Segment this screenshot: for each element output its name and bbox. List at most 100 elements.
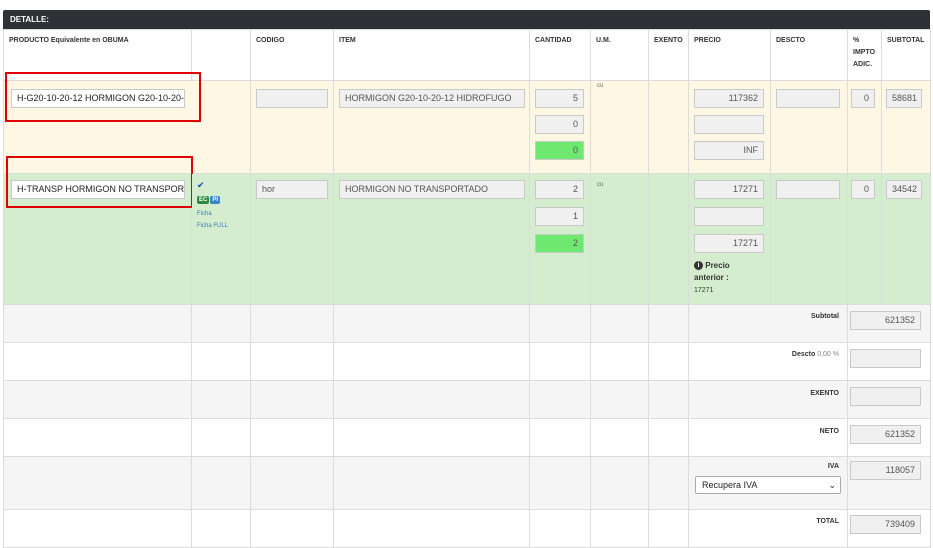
descto-label: Descto 0,00 % [792, 351, 839, 358]
col-um: U.M. [590, 29, 649, 81]
precio-secondary-input[interactable] [694, 207, 764, 226]
neto-label: NETO [819, 428, 839, 435]
descto-cell [770, 80, 848, 174]
iva-label-cell: IVA Recupera IVA ⌄ [688, 456, 848, 510]
iva-total-input[interactable]: 118057 [850, 461, 921, 480]
col-impto-l1: % [853, 37, 860, 44]
precio-anterior-label-1: Precio [705, 261, 730, 270]
neto-total-input[interactable]: 621352 [850, 425, 921, 444]
chevron-down-icon: ⌄ [828, 480, 836, 490]
descto-label-cell: Descto 0,00 % [688, 342, 848, 381]
subtotal-cell: 34542 [881, 173, 931, 305]
precio-anterior-label-2: anterior : [694, 273, 729, 282]
total-label-cell: TOTAL [688, 509, 848, 548]
totals-row-neto: NETO 621352 [3, 418, 931, 457]
descto-input[interactable] [776, 89, 840, 108]
codigo-cell: hor [250, 173, 334, 305]
iva-label: IVA [827, 463, 839, 470]
impto-cell: 0 [847, 173, 882, 305]
col-impto: % IMPTO ADIC. [847, 29, 882, 81]
neto-value-cell: 621352 [847, 418, 931, 457]
col-item: ITEM [333, 29, 530, 81]
total-value-cell: 739409 [847, 509, 931, 548]
precio-input[interactable]: 117362 [694, 89, 764, 108]
totals-row-total: TOTAL 739409 [3, 509, 931, 548]
col-exento: EXENTO [648, 29, 689, 81]
links: Ficha Ficha FULL [197, 208, 228, 232]
exento-label-cell: EXENTO [688, 380, 848, 419]
subtotal-input[interactable]: 58681 [886, 89, 922, 108]
badge-ec[interactable]: EC [197, 196, 210, 204]
col-precio: PRECIO [688, 29, 771, 81]
um-text: cu [597, 182, 604, 188]
item-input[interactable]: HORMIGON NO TRANSPORTADO [339, 180, 525, 199]
precio-tertiary-input[interactable]: 17271 [694, 234, 764, 253]
item-input[interactable]: HORMIGON G20-10-20-12 HIDROFUGO [339, 89, 525, 108]
codigo-input[interactable] [256, 89, 328, 108]
check-icon: ✔ [197, 180, 205, 190]
precio-cell: 117362 INF [688, 80, 771, 174]
precio-input[interactable]: 17271 [694, 180, 764, 199]
producto-actions-cell: ✔ EC PI Ficha Ficha FULL [191, 173, 251, 305]
total-label: TOTAL [816, 518, 839, 525]
descto-cell [770, 173, 848, 305]
iva-select-value: Recupera IVA [702, 480, 758, 490]
subtotal-cell: 58681 [881, 80, 931, 174]
impto-cell: 0 [847, 80, 882, 174]
section-title: DETALLE: [3, 10, 930, 29]
exento-total-input[interactable] [850, 387, 921, 406]
precio-anterior-value: 17271 [694, 287, 714, 294]
cantidad-secondary-input[interactable]: 1 [535, 207, 584, 226]
descto-label-text: Descto [791, 351, 816, 358]
cantidad-input[interactable]: 5 [535, 89, 584, 108]
badges: EC PI [197, 194, 221, 204]
info-icon: i [694, 261, 703, 271]
ficha-link[interactable]: Ficha [197, 208, 228, 220]
total-total-input[interactable]: 739409 [850, 515, 921, 534]
subtotal-label-cell: Subtotal [688, 304, 848, 343]
badge-pi[interactable]: PI [210, 196, 221, 204]
exento-cell [648, 80, 689, 174]
cantidad-cell: 2 1 2 [529, 173, 591, 305]
impto-input[interactable]: 0 [851, 180, 875, 199]
table-row: H-TRANSP HORMIGON NO TRANSPORTADO ✔ ECPI… [3, 156, 931, 305]
precio-anterior: i Precio anterior : 17271 [694, 260, 730, 297]
detalle-table: PRODUCTO Equivalente en OBUMA CODIGO ITE… [3, 29, 931, 548]
cantidad-input[interactable]: 2 [535, 180, 584, 199]
cantidad-secondary-input[interactable]: 0 [535, 115, 584, 134]
subtotal-input[interactable]: 34542 [886, 180, 922, 199]
col-codigo: CODIGO [250, 29, 334, 81]
um-cell: cu [590, 80, 649, 174]
totals-row-exento: EXENTO [3, 380, 931, 419]
col-cantidad: CANTIDAD [529, 29, 591, 81]
item-cell: HORMIGON G20-10-20-12 HIDROFUGO [333, 80, 530, 174]
cantidad-pending-input[interactable]: 2 [535, 234, 584, 253]
subtotal-total-input[interactable]: 621352 [850, 311, 921, 330]
iva-value-cell: 118057 [847, 456, 931, 510]
col-descto: DESCTO [770, 29, 848, 81]
cantidad-pending-input[interactable]: 0 [535, 141, 584, 160]
subtotal-value-cell: 621352 [847, 304, 931, 343]
um-text: cu [597, 83, 604, 89]
totals-row-subtotal: Subtotal 621352 [3, 304, 931, 343]
ficha-full-link[interactable]: Ficha FULL [197, 220, 228, 232]
exento-value-cell [847, 380, 931, 419]
col-impto-l3: ADIC. [853, 61, 873, 68]
precio-tertiary-input[interactable]: INF [694, 141, 764, 160]
detalle-panel: DETALLE: PRODUCTO Equivalente en OBUMA C… [3, 10, 931, 548]
codigo-input[interactable]: hor [256, 180, 328, 199]
descto-total-input[interactable] [850, 349, 921, 368]
producto-input[interactable]: H-TRANSP HORMIGON NO TRANSPORTADO [11, 180, 185, 199]
producto-input[interactable]: H-G20-10-20-12 HORMIGON G20-10-20-12 HID… [11, 89, 185, 108]
col-impto-l2: IMPTO [853, 49, 876, 56]
iva-select[interactable]: Recupera IVA ⌄ [695, 476, 841, 494]
exento-cell [648, 173, 689, 305]
impto-input[interactable]: 0 [851, 89, 875, 108]
descto-value-cell [847, 342, 931, 381]
producto-cell: H-TRANSP HORMIGON NO TRANSPORTADO [3, 156, 193, 305]
descto-input[interactable] [776, 180, 840, 199]
col-subtotal: SUBTOTAL [881, 29, 931, 81]
exento-label: EXENTO [810, 390, 839, 397]
cantidad-cell: 5 0 0 [529, 80, 591, 174]
precio-secondary-input[interactable] [694, 115, 764, 134]
